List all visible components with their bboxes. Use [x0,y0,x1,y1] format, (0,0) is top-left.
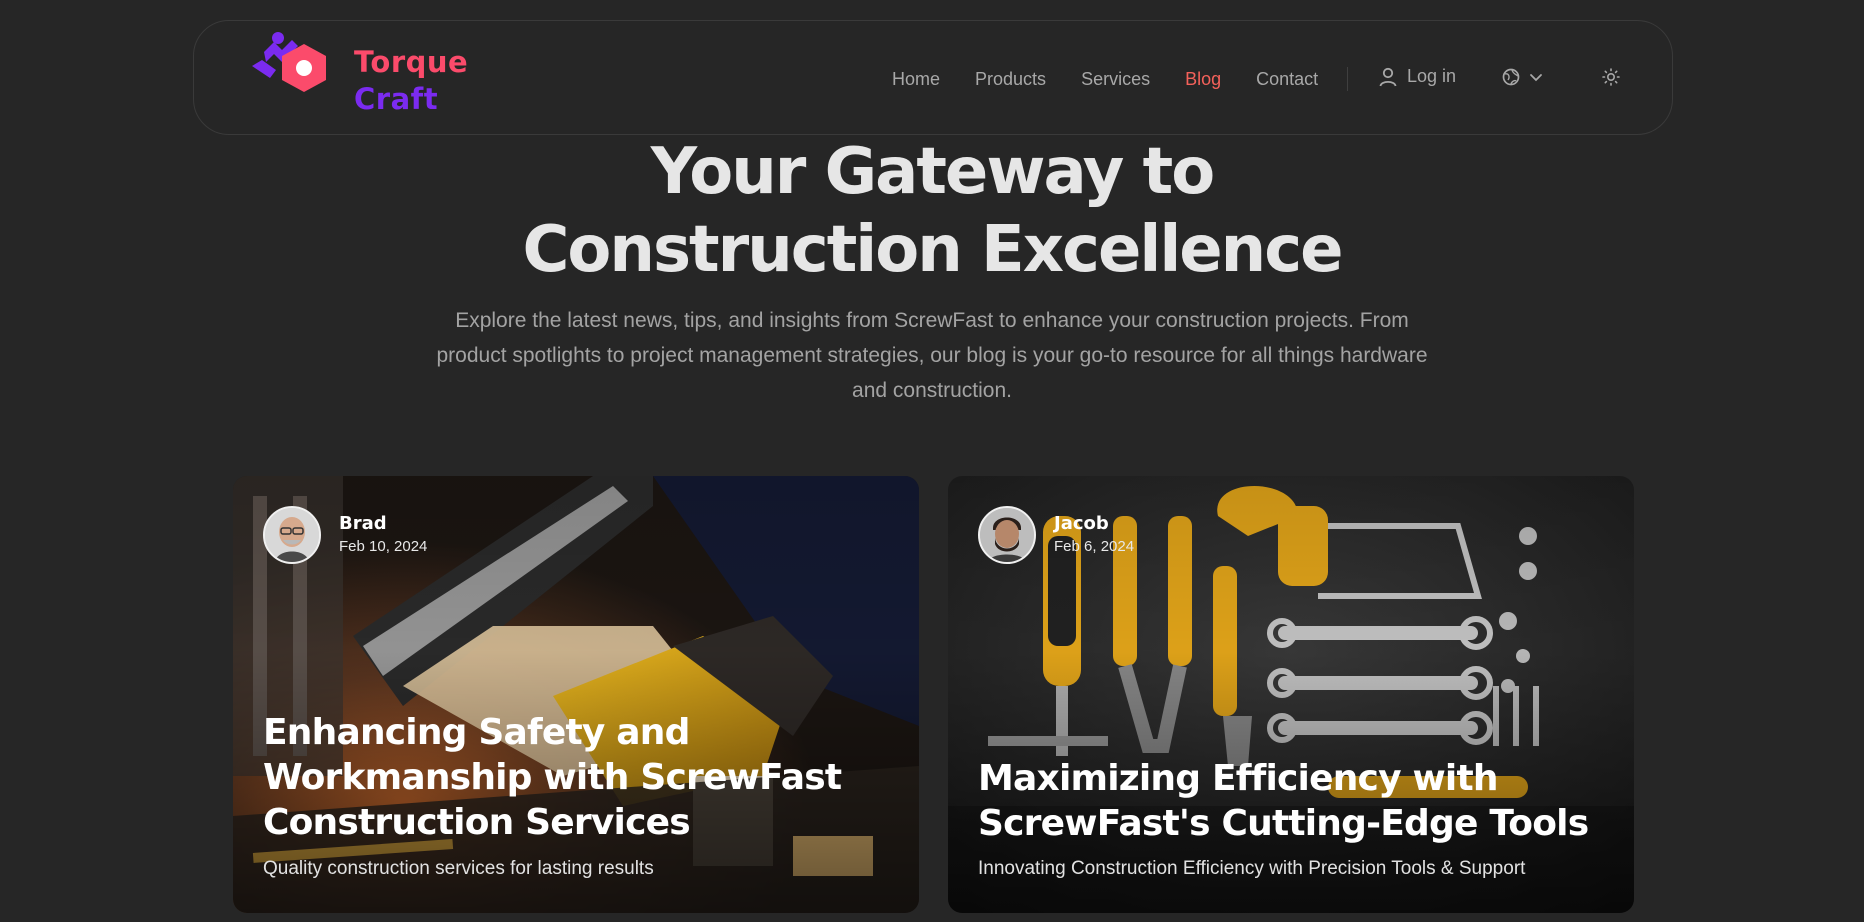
language-selector[interactable] [1501,67,1547,87]
brand-name: Torque Craft [354,44,468,118]
page-title-line2: Construction Excellence [522,213,1343,287]
post-subtitle: Quality construction services for lastin… [263,858,654,879]
site-header: Torque Craft Home Products Services Blog… [193,20,1673,135]
post-date: Feb 10, 2024 [339,538,428,555]
brand-name-line1: Torque [354,45,469,79]
author-meta: Jacob Feb 6, 2024 [1054,512,1134,558]
author-name: Brad [339,513,387,534]
chevron-down-icon [1530,74,1542,82]
theme-toggle[interactable] [1601,67,1621,91]
avatar [263,506,321,564]
nav-products[interactable]: Products [975,69,1046,90]
login-button[interactable]: Log in [1379,66,1456,87]
nav-divider [1347,67,1348,91]
post-date: Feb 6, 2024 [1054,538,1135,555]
torquecraft-logo-icon [252,32,326,92]
login-label: Log in [1407,66,1457,86]
nav-contact[interactable]: Contact [1256,69,1318,90]
page-title-line1: Your Gateway to [650,135,1215,209]
nav-home[interactable]: Home [892,69,940,90]
post-subtitle: Innovating Construction Efficiency with … [978,858,1526,879]
blog-card[interactable]: Brad Feb 10, 2024 Enhancing Safety and W… [233,476,919,913]
post-title[interactable]: Maximizing Efficiency with ScrewFast's C… [978,756,1598,846]
brand-logo-link[interactable]: Torque Craft [252,30,492,118]
avatar [978,506,1036,564]
sun-icon [1602,68,1620,86]
author-name: Jacob [1054,513,1109,534]
post-author: Brad Feb 10, 2024 [263,506,427,564]
nav-services[interactable]: Services [1081,69,1150,90]
globe-icon [1502,68,1520,86]
main-nav: Home Products Services Blog Contact [892,64,1353,94]
page-title: Your Gateway to Construction Excellence [0,133,1864,289]
page-subtitle: Explore the latest news, tips, and insig… [436,309,1428,402]
blog-card[interactable]: Jacob Feb 6, 2024 Maximizing Efficiency … [948,476,1634,913]
post-author: Jacob Feb 6, 2024 [978,506,1134,564]
brand-name-line2: Craft [354,82,439,116]
author-meta: Brad Feb 10, 2024 [339,512,427,558]
page: Torque Craft Home Products Services Blog… [0,0,1864,922]
nav-blog[interactable]: Blog [1185,69,1221,90]
post-title[interactable]: Enhancing Safety and Workmanship with Sc… [263,710,883,845]
user-icon [1379,67,1397,86]
